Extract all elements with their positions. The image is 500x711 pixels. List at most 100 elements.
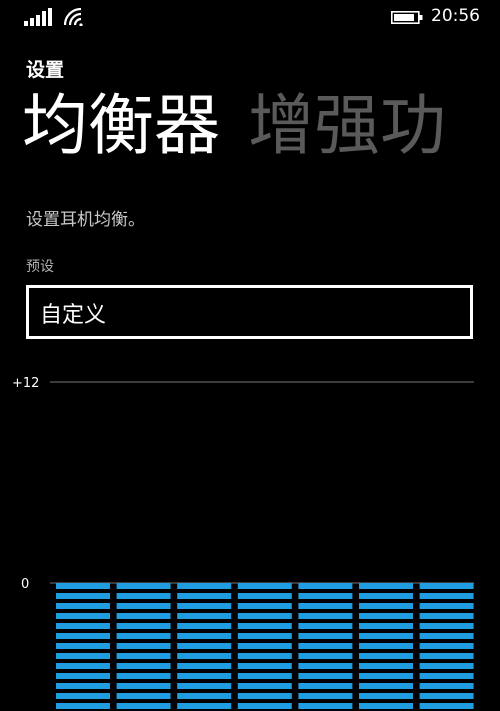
eq-bar-segment [359, 663, 413, 669]
tick-label-plus12: +12 [12, 376, 39, 391]
eq-bar-segment [298, 613, 353, 619]
eq-bar-segment [359, 633, 413, 639]
eq-bar-segment [56, 703, 110, 709]
eq-bar-segment [237, 673, 292, 679]
eq-bar-segment [177, 623, 232, 629]
eq-bar-segment [419, 683, 474, 689]
eq-bar-segment [56, 683, 110, 689]
eq-bar-segment [116, 693, 171, 699]
eq-bar-segment [237, 653, 292, 659]
preset-label: 预设 [26, 259, 54, 275]
equalizer-chart: +12 0 [12, 376, 474, 709]
eq-bar-segment [419, 703, 474, 709]
eq-slider-band-2[interactable] [116, 583, 171, 709]
eq-slider-band-6[interactable] [359, 583, 413, 709]
eq-bar-segment [419, 673, 474, 679]
eq-bar-segment [298, 583, 353, 589]
eq-bar-segment [56, 613, 110, 619]
eq-bar-segment [116, 653, 171, 659]
eq-bar-segment [237, 593, 292, 599]
eq-bar-segment [419, 623, 474, 629]
eq-slider-band-5[interactable] [298, 583, 353, 709]
eq-bar-segment [56, 603, 110, 609]
eq-bar-segment [177, 633, 232, 639]
eq-bar-segment [359, 693, 413, 699]
eq-bar-segment [359, 673, 413, 679]
eq-bar-segment [359, 603, 413, 609]
eq-bar-segment [177, 673, 232, 679]
eq-bar-segment [177, 583, 232, 589]
eq-bar-segment [177, 683, 232, 689]
eq-bar-segment [177, 643, 232, 649]
eq-bar-segment [116, 613, 171, 619]
eq-bar-segment [237, 603, 292, 609]
eq-bar-segment [419, 613, 474, 619]
eq-bar-segment [56, 643, 110, 649]
eq-bar-segment [298, 653, 353, 659]
eq-bar-segment [298, 593, 353, 599]
eq-bar-segment [237, 613, 292, 619]
eq-bar-segment [359, 623, 413, 629]
preset-value: 自定义 [40, 303, 107, 328]
eq-bar-segment [419, 603, 474, 609]
eq-bar-segment [237, 683, 292, 689]
eq-bar-segment [237, 633, 292, 639]
eq-bar-segment [56, 693, 110, 699]
eq-bar-segment [298, 643, 353, 649]
eq-slider-band-4[interactable] [237, 583, 292, 709]
pivot-item-enhancements[interactable]: 增强功 [248, 78, 446, 174]
eq-bar-segment [116, 643, 171, 649]
status-time: 20:56 [431, 6, 480, 26]
eq-bar-segment [298, 673, 353, 679]
tick-label-zero: 0 [21, 577, 29, 592]
eq-bar-segment [116, 593, 171, 599]
eq-bar-segment [419, 693, 474, 699]
eq-bar-segment [56, 623, 110, 629]
eq-bar-segment [419, 663, 474, 669]
eq-bar-segment [419, 593, 474, 599]
eq-bar-segment [359, 683, 413, 689]
eq-bar-segment [359, 653, 413, 659]
eq-bar-segment [177, 703, 232, 709]
eq-bar-segment [177, 663, 232, 669]
eq-bar-segment [177, 693, 232, 699]
eq-bar-segment [359, 613, 413, 619]
eq-bar-segment [177, 653, 232, 659]
eq-bar-segment [116, 703, 171, 709]
eq-slider-band-7[interactable] [419, 583, 474, 709]
eq-bar-segment [298, 633, 353, 639]
eq-bar-segment [237, 623, 292, 629]
eq-bar-segment [56, 653, 110, 659]
eq-bar-segment [419, 633, 474, 639]
eq-slider-band-1[interactable] [56, 583, 110, 709]
pivot-header: 均衡器 增强功 [22, 78, 500, 174]
eq-bar-segment [298, 623, 353, 629]
eq-bar-segment [237, 583, 292, 589]
eq-bar-segment [419, 653, 474, 659]
eq-bar-segment [237, 643, 292, 649]
eq-bar-segment [359, 643, 413, 649]
eq-slider-band-3[interactable] [177, 583, 232, 709]
eq-bar-segment [116, 623, 171, 629]
eq-bar-segment [56, 673, 110, 679]
eq-bar-segment [116, 673, 171, 679]
eq-bar-segment [116, 663, 171, 669]
eq-bar-segment [56, 593, 110, 599]
eq-bar-segment [359, 583, 413, 589]
eq-bar-segment [237, 693, 292, 699]
eq-bar-segment [177, 593, 232, 599]
eq-bar-segment [237, 703, 292, 709]
eq-bar-segment [56, 633, 110, 639]
eq-bar-segment [419, 583, 474, 589]
eq-bar-segment [298, 683, 353, 689]
eq-bar-segment [298, 703, 353, 709]
eq-bar-segment [116, 633, 171, 639]
eq-bar-segment [359, 593, 413, 599]
pivot-item-equalizer[interactable]: 均衡器 [22, 78, 220, 174]
preset-picker[interactable]: 自定义 [26, 285, 473, 339]
eq-bar-segment [298, 693, 353, 699]
eq-bar-segment [177, 603, 232, 609]
eq-bar-segment [359, 703, 413, 709]
eq-bar-segment [419, 643, 474, 649]
wifi-icon [64, 8, 83, 26]
